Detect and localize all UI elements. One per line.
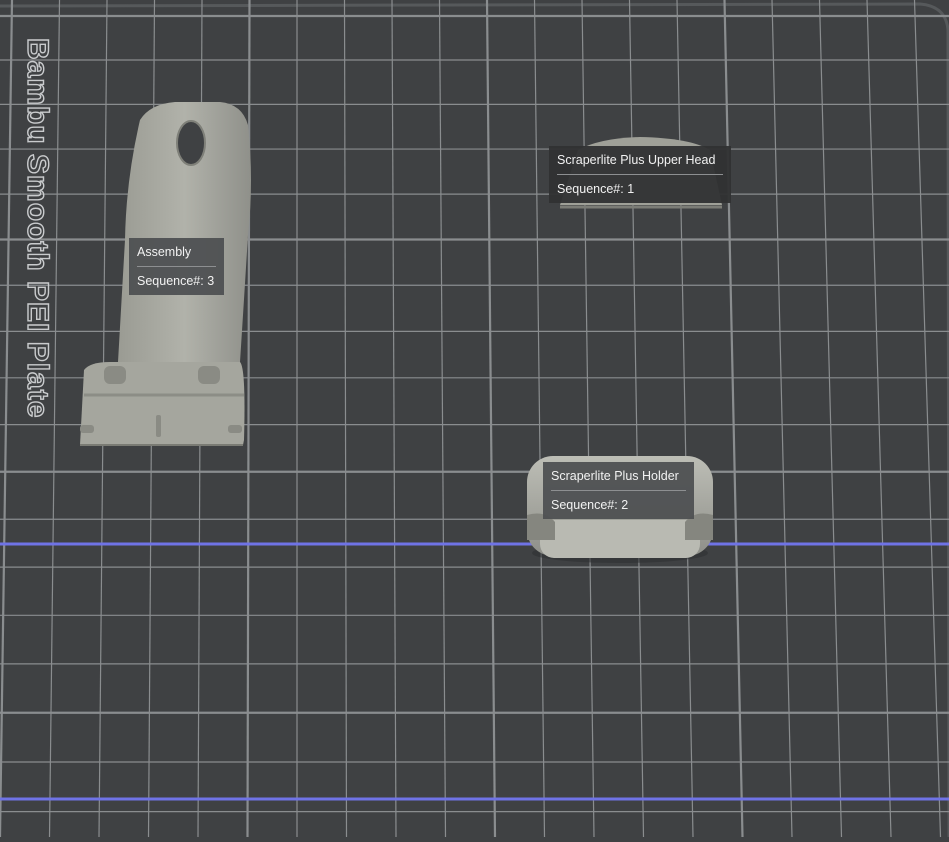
object-name: Scraperlite Plus Holder	[551, 469, 679, 483]
object-name: Assembly	[137, 245, 192, 259]
object-name: Scraperlite Plus Upper Head	[557, 153, 716, 167]
build-plate-canvas[interactable]: Bambu Smooth PEI Plate	[0, 0, 949, 838]
object-label-assembly[interactable]: Assembly Sequence#: 3	[129, 238, 224, 295]
build-plate-viewport[interactable]: Bambu Smooth PEI Plate Scraperlite Plus …	[0, 0, 949, 838]
object-label-upper-head[interactable]: Scraperlite Plus Upper Head Sequence#: 1	[549, 146, 731, 203]
object-sequence: Sequence#: 2	[551, 498, 629, 512]
object-sequence: Sequence#: 3	[137, 274, 215, 288]
plate-name-text: Bambu Smooth PEI Plate	[21, 38, 54, 418]
object-sequence: Sequence#: 1	[557, 182, 635, 196]
object-label-holder[interactable]: Scraperlite Plus Holder Sequence#: 2	[543, 462, 694, 519]
